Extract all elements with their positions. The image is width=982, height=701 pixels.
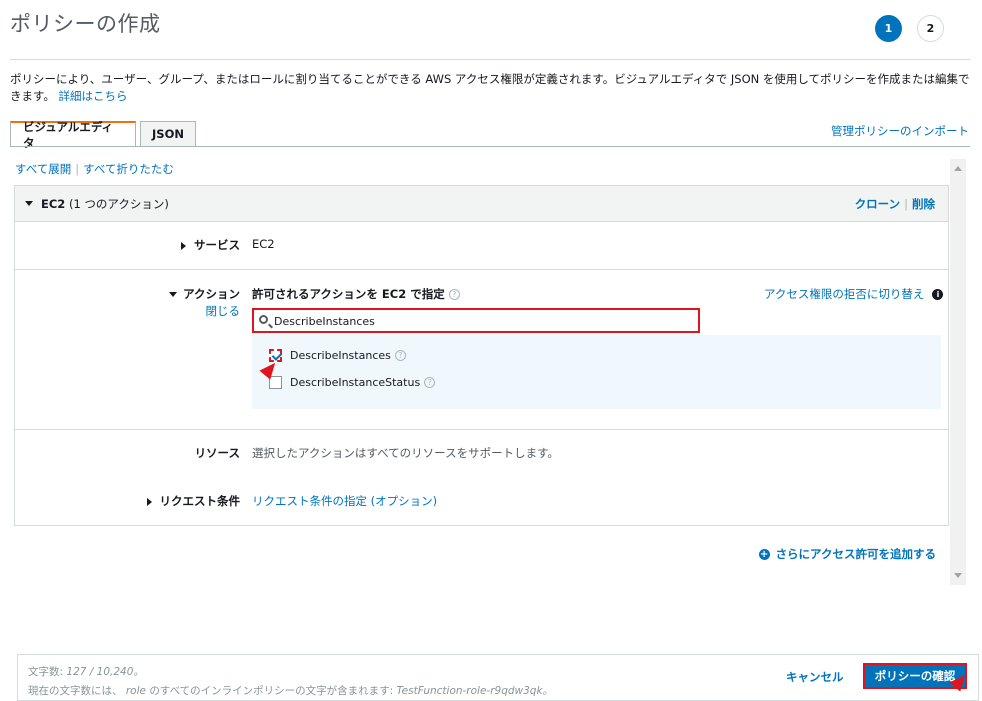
- caret-right-icon[interactable]: [181, 241, 186, 250]
- import-managed-policy-link[interactable]: 管理ポリシーのインポート: [831, 123, 969, 139]
- tabs-divider: [10, 146, 970, 147]
- delete-link[interactable]: 削除: [912, 197, 935, 211]
- learn-more-link[interactable]: 詳細はこちら: [59, 89, 128, 103]
- switch-link-text[interactable]: アクセス権限の拒否に切り替え: [764, 286, 924, 302]
- cancel-button[interactable]: キャンセル: [786, 669, 844, 685]
- link-separator: |: [75, 162, 80, 176]
- collapse-all-link[interactable]: すべて折りたたむ: [83, 162, 174, 176]
- title-divider: [10, 59, 970, 60]
- search-icon: [259, 315, 268, 324]
- clone-link[interactable]: クローン: [855, 197, 900, 211]
- editor-tabs: ビジュアルエディタ JSON: [10, 120, 200, 150]
- note-middle: のすべてのインラインポリシーの文字が含まれます:: [149, 685, 394, 697]
- step-1: 1: [875, 15, 902, 42]
- option-label: DescribeInstances: [290, 349, 391, 362]
- char-count-label: 文字数:: [28, 666, 64, 678]
- expand-all-link[interactable]: すべて展開: [15, 162, 71, 176]
- footer-bar: 文字数: 127 / 10,240。 現在の文字数には、 role のすべてのイ…: [17, 654, 979, 701]
- step-indicator: 1 2: [862, 15, 982, 45]
- step-2[interactable]: 2: [917, 15, 944, 42]
- service-row-value: EC2: [252, 237, 275, 251]
- char-count-value: 127 / 10,240。: [66, 666, 144, 678]
- service-row-label[interactable]: サービス: [40, 237, 240, 253]
- service-label-text: サービス: [194, 238, 240, 252]
- panel-header[interactable]: EC2 (1 つのアクション) クローン | 削除: [15, 186, 948, 222]
- editor-scrollbar[interactable]: [950, 159, 966, 585]
- panel-service-name: EC2: [41, 197, 66, 211]
- action-separator: |: [904, 197, 908, 211]
- help-icon[interactable]: ?: [424, 377, 436, 388]
- caret-down-icon[interactable]: [25, 201, 33, 206]
- page-description: ポリシーにより、ユーザー、グループ、またはロールに割り当てることができる AWS…: [10, 71, 972, 105]
- character-count-note: 現在の文字数には、 role のすべてのインラインポリシーの文字が含まれます: …: [28, 683, 553, 698]
- panel-title: EC2 (1 つのアクション): [41, 196, 169, 212]
- request-condition-link[interactable]: リクエスト条件の指定 (オプション): [252, 493, 437, 509]
- row-divider: [15, 429, 948, 430]
- note-prefix: 現在の文字数には、: [28, 685, 123, 697]
- caret-right-icon[interactable]: [146, 497, 152, 506]
- page-title: ポリシーの作成: [10, 12, 161, 36]
- tab-visual-editor[interactable]: ビジュアルエディタ: [10, 120, 136, 150]
- resource-row-label: リソース: [194, 446, 240, 460]
- review-policy-button[interactable]: ポリシーの確認: [863, 663, 967, 689]
- plus-circle-icon: +: [758, 548, 770, 560]
- action-close-link[interactable]: 閉じる: [40, 303, 241, 319]
- option-describe-instance-status[interactable]: DescribeInstanceStatus ?: [269, 376, 436, 389]
- info-icon[interactable]: i: [932, 288, 944, 300]
- action-search-input[interactable]: [274, 312, 694, 330]
- panel-actions: クローン | 削除: [855, 196, 935, 212]
- panel-action-count: (1 つのアクション): [68, 197, 169, 211]
- option-describe-instances[interactable]: DescribeInstances ?: [269, 349, 406, 362]
- service-panel-ec2: EC2 (1 つのアクション) クローン | 削除 サービス EC2 アクション 閉…: [14, 185, 949, 526]
- request-label-text: リクエスト条件: [159, 494, 241, 508]
- add-permissions-label: さらにアクセス許可を追加する: [775, 547, 936, 561]
- request-condition-row-label[interactable]: リクエスト条件: [40, 493, 240, 509]
- scroll-down-icon[interactable]: [954, 573, 962, 578]
- tab-json[interactable]: JSON: [140, 121, 196, 146]
- scroll-up-icon[interactable]: [954, 166, 962, 171]
- character-count: 文字数: 127 / 10,240。: [28, 664, 144, 679]
- help-icon[interactable]: ?: [448, 289, 460, 300]
- resource-row-value: 選択したアクションはすべてのリソースをサポートします。: [252, 446, 559, 460]
- option-label: DescribeInstanceStatus: [290, 376, 421, 389]
- action-row-label[interactable]: アクション: [40, 286, 240, 302]
- row-divider: [15, 269, 948, 270]
- expand-collapse-links: すべて展開 | すべて折りたたむ: [15, 161, 174, 177]
- action-search-box[interactable]: [252, 308, 700, 333]
- add-permissions-button[interactable]: + さらにアクセス許可を追加する: [758, 546, 936, 562]
- note-role: role: [125, 685, 146, 697]
- help-icon[interactable]: ?: [394, 350, 406, 361]
- switch-to-deny-link[interactable]: アクセス権限の拒否に切り替え i: [764, 286, 944, 302]
- caret-down-icon[interactable]: [169, 292, 178, 297]
- note-policy-name: TestFunction-role-r9qdw3qk。: [396, 685, 554, 697]
- action-heading-text: 許可されるアクションを EC2 で指定: [252, 287, 445, 301]
- action-heading: 許可されるアクションを EC2 で指定?: [252, 286, 460, 302]
- visual-editor: すべて展開 | すべて折りたたむ EC2 (1 つのアクション) クローン | 削除 サ…: [10, 157, 966, 585]
- action-options-list: DescribeInstances ? DescribeInstanceStat…: [252, 335, 941, 409]
- description-text: ポリシーにより、ユーザー、グループ、またはロールに割り当てることができる AWS…: [10, 72, 970, 103]
- action-label-text: アクション: [183, 287, 240, 301]
